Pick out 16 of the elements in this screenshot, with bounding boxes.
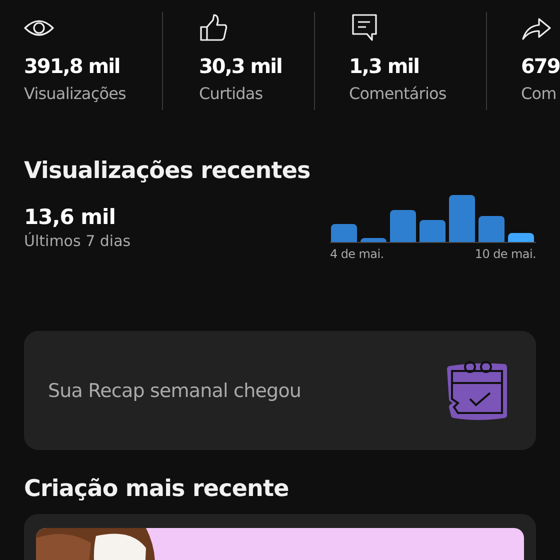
recap-text: Sua Recap semanal chegou — [48, 380, 302, 402]
stat-label: Com — [521, 84, 556, 103]
axis-label: 10 de mai. — [474, 247, 536, 261]
stat-value: 1,3 mil — [349, 54, 419, 78]
section-title: Visualizações recentes — [24, 158, 312, 184]
stat-label: Visualizações — [24, 84, 126, 103]
stat-value: 30,3 mil — [199, 54, 282, 78]
stat-value: 679 — [521, 54, 560, 78]
period-label: Últimos 7 dias — [24, 232, 131, 250]
stat-label: Comentários — [349, 84, 446, 103]
axis-label: 4 de mai. — [330, 247, 384, 261]
recap-card[interactable]: Sua Recap semanal chegou — [24, 331, 536, 450]
stat-label: Curtidas — [199, 84, 263, 103]
section-title: Criação mais recente — [24, 476, 290, 502]
views-total: 13,6 mil — [24, 205, 116, 229]
stat-value: 391,8 mil — [24, 54, 120, 78]
